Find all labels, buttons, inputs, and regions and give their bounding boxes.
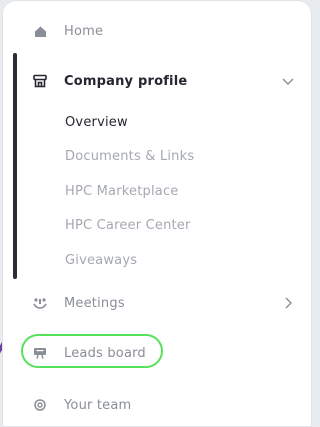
gear-icon bbox=[33, 398, 47, 412]
subnav-item-overview[interactable]: Overview bbox=[65, 115, 128, 130]
nav-item-label: Home bbox=[64, 23, 104, 39]
nav-item-your-team[interactable]: Your team bbox=[21, 385, 305, 425]
highlight-ring bbox=[21, 334, 163, 368]
active-section-indicator bbox=[13, 53, 17, 279]
subnav-item-hpc-marketplace[interactable]: HPC Marketplace bbox=[65, 184, 179, 199]
chevron-down-icon[interactable] bbox=[281, 74, 295, 88]
chevron-right-icon[interactable] bbox=[281, 296, 295, 310]
subnav-item-hpc-career-center[interactable]: HPC Career Center bbox=[65, 218, 191, 233]
subnav-item-documents-links[interactable]: Documents & Links bbox=[65, 149, 194, 164]
nav-item-label: Your team bbox=[64, 397, 132, 413]
nav-item-home[interactable]: Home bbox=[21, 11, 305, 51]
nav-item-label: Company profile bbox=[64, 73, 188, 89]
storefront-icon bbox=[33, 74, 47, 88]
nav-item-meetings[interactable]: Meetings bbox=[21, 283, 305, 323]
nav-item-label: Meetings bbox=[64, 295, 125, 311]
subnav-item-giveaways[interactable]: Giveaways bbox=[65, 253, 137, 268]
meetings-icon bbox=[33, 296, 47, 310]
home-icon bbox=[33, 24, 47, 38]
nav-item-company-profile[interactable]: Company profile bbox=[21, 61, 305, 101]
